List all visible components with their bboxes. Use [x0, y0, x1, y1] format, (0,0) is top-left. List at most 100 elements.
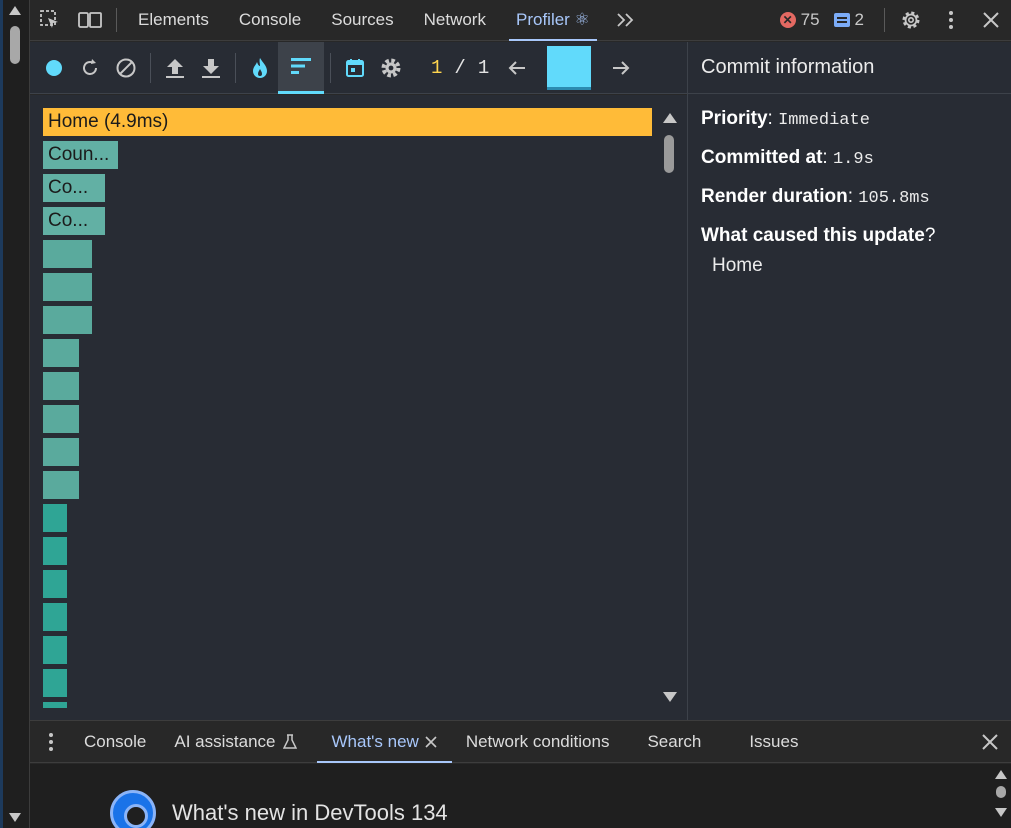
- flame-node[interactable]: Co...: [42, 173, 106, 203]
- flame-node[interactable]: [42, 701, 68, 709]
- scroll-thumb[interactable]: [996, 786, 1006, 798]
- load-profile-button[interactable]: [157, 42, 193, 94]
- inspect-icon: [40, 10, 58, 28]
- update-cause-label: What caused this update: [701, 225, 925, 246]
- flame-icon: [253, 57, 267, 78]
- page-edge: [0, 0, 3, 828]
- flame-node[interactable]: [42, 272, 93, 302]
- error-icon: ✕: [779, 12, 796, 28]
- drawer-menu-button[interactable]: [30, 721, 70, 763]
- gear-icon: [902, 11, 920, 29]
- flame-node[interactable]: [42, 470, 80, 500]
- profiler-toolbar: 1 / 1: [30, 41, 687, 94]
- record-button[interactable]: [36, 42, 72, 94]
- message-count: 2: [854, 10, 864, 29]
- flame-node[interactable]: [42, 437, 80, 467]
- previous-commit-button[interactable]: [499, 42, 535, 94]
- more-options-button[interactable]: [931, 0, 971, 41]
- settings-button[interactable]: [891, 0, 931, 41]
- next-commit-button[interactable]: [603, 42, 639, 94]
- flame-node[interactable]: [42, 338, 80, 368]
- gear-icon: [381, 58, 401, 77]
- flame-node[interactable]: [42, 668, 68, 698]
- tab-network[interactable]: Network: [409, 0, 501, 41]
- inspect-element-button[interactable]: [30, 0, 70, 41]
- flame-node[interactable]: Co...: [42, 206, 106, 236]
- drawer-tab-ai-assistance[interactable]: AI assistance: [160, 721, 279, 763]
- record-dot-icon: [46, 59, 62, 76]
- arrow-left-icon: [508, 60, 526, 75]
- flame-node[interactable]: [42, 404, 80, 434]
- render-duration-row: Render duration: 105.8ms: [701, 186, 930, 208]
- priority-row: Priority: Immediate: [701, 108, 870, 130]
- scroll-up-arrow-icon[interactable]: [995, 770, 1007, 779]
- flame-node[interactable]: [42, 503, 68, 533]
- drawer-tab-issues[interactable]: Issues: [725, 721, 822, 763]
- drawer-tab-console[interactable]: Console: [70, 721, 160, 763]
- drawer-tab-search[interactable]: Search: [623, 721, 725, 763]
- flame-node[interactable]: [42, 305, 93, 335]
- flamegraph-view-button[interactable]: [242, 42, 278, 94]
- kebab-menu-icon: [949, 11, 953, 29]
- reload-and-profile-button[interactable]: [72, 42, 108, 94]
- flame-node-home[interactable]: Home (4.9ms): [42, 107, 653, 137]
- close-drawer-button[interactable]: [969, 721, 1011, 763]
- clear-profile-button[interactable]: [108, 42, 144, 94]
- message-counter[interactable]: 2: [833, 10, 864, 30]
- toolbar-divider: [235, 52, 236, 83]
- save-profile-button[interactable]: [193, 42, 229, 94]
- commit-current: 1: [431, 56, 443, 79]
- close-tab-icon[interactable]: [424, 735, 438, 749]
- main-tab-bar: Elements Console Sources Network Profile…: [30, 0, 1011, 41]
- scroll-down-arrow-icon[interactable]: [995, 808, 1007, 817]
- flame-node[interactable]: [42, 635, 68, 665]
- page-scrollbar[interactable]: [0, 0, 30, 828]
- chart-scrollbar[interactable]: [653, 95, 687, 720]
- scroll-down-arrow-icon[interactable]: [663, 692, 677, 702]
- whats-new-label: What's new: [331, 731, 419, 751]
- drawer-tab-network-conditions[interactable]: Network conditions: [452, 721, 624, 763]
- upload-icon: [166, 58, 184, 78]
- committed-at-label: Committed at: [701, 147, 823, 168]
- arrow-right-icon: [613, 60, 630, 75]
- tab-sources[interactable]: Sources: [316, 0, 408, 41]
- tab-elements[interactable]: Elements: [123, 0, 224, 41]
- error-counter[interactable]: ✕ 75: [779, 10, 820, 30]
- drawer-tab-whats-new[interactable]: What's new: [317, 721, 453, 763]
- device-toolbar-button[interactable]: [70, 0, 110, 41]
- chrome-logo-icon: [110, 790, 156, 828]
- update-cause-row: What caused this update?: [701, 225, 936, 246]
- timeline-view-button[interactable]: [337, 42, 373, 94]
- scroll-up-arrow-icon[interactable]: [9, 6, 21, 15]
- commit-bar-selected[interactable]: [547, 45, 592, 90]
- whats-new-panel: What's new in DevTools 134: [30, 764, 1011, 828]
- flame-node[interactable]: [42, 239, 93, 269]
- update-cause-component[interactable]: Home: [701, 255, 998, 277]
- scroll-thumb[interactable]: [10, 26, 20, 64]
- commit-info-panel: Commit information Priority: Immediate C…: [687, 42, 1011, 720]
- scroll-thumb[interactable]: [664, 135, 674, 173]
- flame-node[interactable]: [42, 602, 68, 632]
- render-duration-label: Render duration: [701, 186, 848, 207]
- reload-icon: [83, 58, 97, 75]
- ranked-chart-icon: [291, 58, 311, 74]
- more-tabs-button[interactable]: [605, 0, 645, 41]
- close-devtools-button[interactable]: [971, 0, 1011, 41]
- flame-node[interactable]: [42, 569, 68, 599]
- flame-node[interactable]: [42, 371, 80, 401]
- download-icon: [202, 58, 220, 78]
- toolbar-divider: [884, 8, 885, 32]
- drawer-scrollbar[interactable]: [991, 764, 1011, 828]
- scroll-down-arrow-icon[interactable]: [9, 813, 21, 822]
- profiler-settings-button[interactable]: [373, 42, 409, 94]
- flame-node[interactable]: [42, 536, 68, 566]
- scroll-up-arrow-icon[interactable]: [663, 113, 677, 123]
- device-toggle-icon: [78, 12, 102, 28]
- ranked-view-button[interactable]: [278, 41, 324, 94]
- double-chevron-right-icon: [617, 13, 634, 27]
- toolbar-divider: [116, 8, 117, 32]
- topbar-right-controls: ✕ 75 2: [779, 0, 1011, 41]
- tab-console[interactable]: Console: [224, 0, 316, 41]
- tab-profiler[interactable]: Profiler ⚛: [501, 0, 605, 41]
- flame-node[interactable]: Coun...: [42, 140, 119, 170]
